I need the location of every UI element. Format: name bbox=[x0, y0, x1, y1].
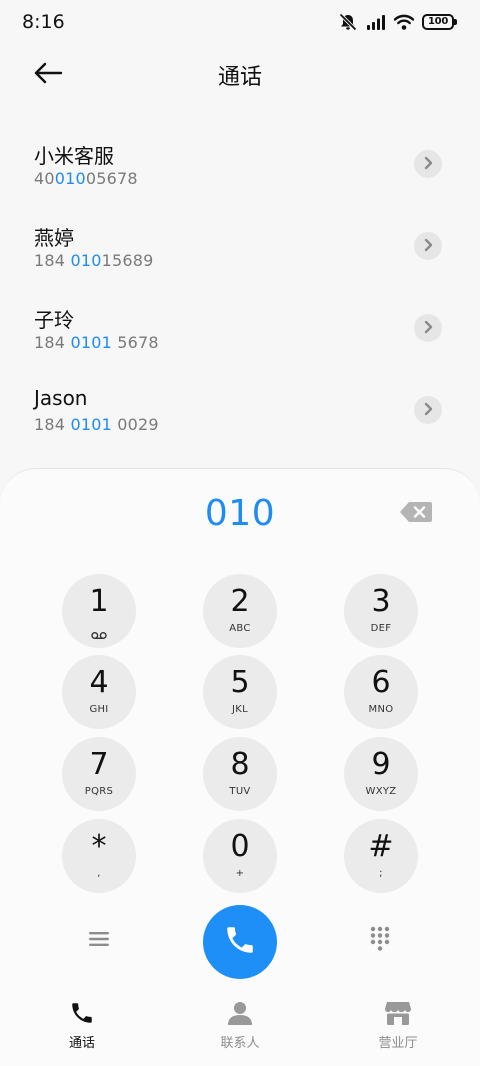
key-digit: 4 bbox=[89, 665, 109, 700]
key-letters: PQRS bbox=[84, 786, 114, 797]
dial-key-3[interactable]: 3 DEF bbox=[344, 574, 418, 648]
signal-icon bbox=[366, 14, 386, 30]
chevron-right-icon bbox=[422, 237, 434, 256]
arrow-left-icon bbox=[33, 62, 63, 88]
key-digit: 3 bbox=[371, 584, 391, 619]
status-icons: 100 bbox=[338, 13, 457, 31]
key-digit: 9 bbox=[371, 747, 391, 782]
key-letters: + bbox=[235, 868, 245, 879]
dial-key-star[interactable]: * , bbox=[62, 819, 136, 893]
phone-icon bbox=[223, 923, 257, 961]
nav-label: 联系人 bbox=[220, 1036, 260, 1051]
key-digit: # bbox=[368, 829, 394, 864]
voicemail-icon bbox=[91, 625, 107, 644]
keypad-icon bbox=[370, 926, 390, 956]
nav-tab-calls[interactable]: 通话 bbox=[32, 998, 132, 1058]
dial-key-0[interactable]: 0 + bbox=[203, 819, 277, 893]
contact-row[interactable]: 小米客服 4001005678 bbox=[0, 124, 480, 206]
wifi-icon bbox=[394, 14, 414, 30]
key-digit: 7 bbox=[89, 747, 109, 782]
backspace-icon bbox=[399, 501, 433, 527]
dial-key-7[interactable]: 7 PQRS bbox=[62, 737, 136, 811]
number-match-highlight: 0101 bbox=[70, 415, 112, 434]
dial-key-5[interactable]: 5 JKL bbox=[203, 655, 277, 729]
chevron-right-icon bbox=[422, 155, 434, 174]
keypad-toggle-button[interactable] bbox=[360, 921, 400, 961]
contact-number: 184 01015689 bbox=[34, 251, 154, 270]
contact-name: 小米客服 bbox=[34, 144, 114, 168]
number-match-highlight: 010 bbox=[70, 251, 102, 270]
contact-name: 子玲 bbox=[34, 308, 74, 332]
dialpad-panel: 010 1 2 ABC 3 DEF 4 GHI 5 JKL 6 MNO 7 PQ… bbox=[0, 468, 480, 1066]
dial-key-8[interactable]: 8 TUV bbox=[203, 737, 277, 811]
contact-row[interactable]: 子玲 184 0101 5678 bbox=[0, 288, 480, 370]
key-digit: 0 bbox=[230, 829, 250, 864]
title-bar: 通话 bbox=[0, 50, 480, 100]
key-letters: ; bbox=[379, 868, 383, 879]
dial-key-6[interactable]: 6 MNO bbox=[344, 655, 418, 729]
key-digit: * bbox=[91, 829, 107, 864]
phone-icon bbox=[69, 998, 95, 1028]
menu-button[interactable] bbox=[79, 921, 119, 961]
contact-number: 184 0101 5678 bbox=[34, 333, 159, 352]
dial-key-9[interactable]: 9 WXYZ bbox=[344, 737, 418, 811]
contact-number: 184 0101 0029 bbox=[34, 415, 159, 434]
key-digit: 1 bbox=[89, 584, 109, 619]
battery-level: 100 bbox=[428, 16, 448, 27]
key-letters: JKL bbox=[232, 704, 248, 715]
chevron-right-icon bbox=[422, 401, 434, 420]
key-digit: 5 bbox=[230, 665, 250, 700]
key-digit: 6 bbox=[371, 665, 391, 700]
chevron-right-icon bbox=[422, 319, 434, 338]
nav-tab-store[interactable]: 营业厅 bbox=[348, 998, 448, 1058]
contact-name: 燕婷 bbox=[34, 226, 74, 250]
contact-detail-button[interactable] bbox=[414, 396, 442, 424]
store-icon bbox=[384, 998, 412, 1028]
nav-label: 通话 bbox=[68, 1036, 95, 1051]
back-button[interactable] bbox=[28, 59, 68, 91]
contact-list: 小米客服 4001005678 燕婷 184 01015689 子玲 184 0… bbox=[0, 124, 480, 452]
contact-detail-button[interactable] bbox=[414, 314, 442, 342]
number-match-highlight: 0101 bbox=[70, 333, 112, 352]
contact-name: Jason bbox=[34, 386, 88, 410]
battery-icon: 100 bbox=[422, 14, 457, 30]
dial-key-4[interactable]: 4 GHI bbox=[62, 655, 136, 729]
person-icon bbox=[227, 998, 253, 1028]
call-button[interactable] bbox=[203, 905, 277, 979]
key-letters: MNO bbox=[368, 704, 394, 715]
contact-row[interactable]: 燕婷 184 01015689 bbox=[0, 206, 480, 288]
dial-key-1[interactable]: 1 bbox=[62, 574, 136, 648]
nav-label: 营业厅 bbox=[378, 1036, 418, 1051]
contact-row[interactable]: Jason 184 0101 0029 bbox=[0, 370, 480, 452]
key-letters: DEF bbox=[370, 623, 392, 634]
key-digit: 8 bbox=[230, 747, 250, 782]
status-time: 8:16 bbox=[22, 11, 65, 33]
contact-detail-button[interactable] bbox=[414, 232, 442, 260]
key-letters: TUV bbox=[229, 786, 251, 797]
dial-key-2[interactable]: 2 ABC bbox=[203, 574, 277, 648]
bottom-nav: 通话 联系人 营业厅 bbox=[0, 990, 480, 1066]
key-letters: WXYZ bbox=[365, 786, 397, 797]
key-letters: , bbox=[97, 868, 101, 879]
nav-tab-contacts[interactable]: 联系人 bbox=[190, 998, 290, 1058]
key-digit: 2 bbox=[230, 584, 250, 619]
backspace-button[interactable] bbox=[398, 501, 434, 527]
key-letters: ABC bbox=[229, 623, 251, 634]
dial-key-hash[interactable]: # ; bbox=[344, 819, 418, 893]
mute-icon bbox=[338, 13, 358, 31]
contact-number: 4001005678 bbox=[34, 169, 138, 188]
menu-icon bbox=[89, 931, 109, 951]
key-letters: GHI bbox=[89, 704, 109, 715]
status-bar: 8:16 100 bbox=[0, 0, 480, 44]
contact-detail-button[interactable] bbox=[414, 150, 442, 178]
page-title: 通话 bbox=[217, 65, 262, 90]
number-match-highlight: 010 bbox=[54, 169, 86, 188]
